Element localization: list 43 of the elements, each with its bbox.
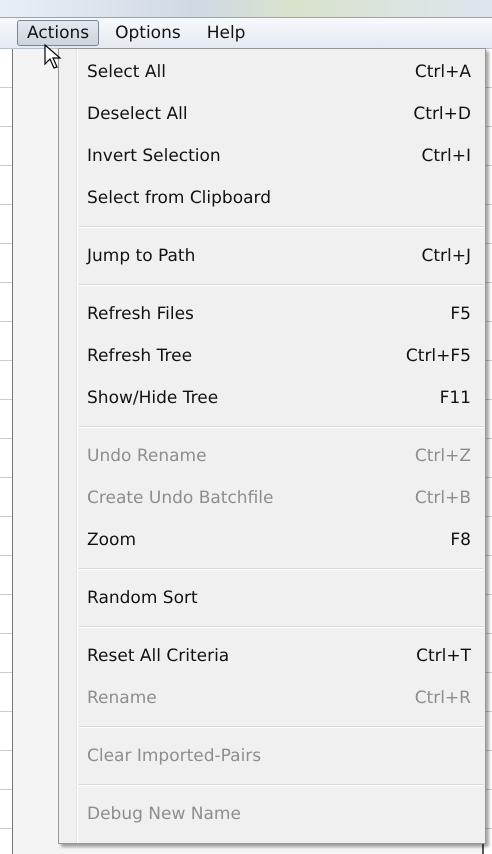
menu-item[interactable]: Reset All Criteria Ctrl+T	[59, 635, 485, 677]
shortcut-label: Ctrl+B	[414, 488, 471, 508]
shortcut-label: F11	[440, 388, 471, 408]
menu-item[interactable]: Show/Hide Tree F11	[59, 377, 485, 419]
shortcut-label: F5	[450, 304, 471, 324]
menu-item[interactable]: Invert Selection Ctrl+I	[59, 135, 485, 177]
shortcut-label: Ctrl+A	[414, 62, 471, 82]
shortcut-label: Ctrl+J	[421, 246, 471, 266]
menu-item-label: Jump to Path	[87, 246, 196, 266]
shortcut-label: F8	[450, 530, 471, 550]
menu-item[interactable]: Refresh Tree Ctrl+F5	[59, 335, 485, 377]
menu-item-label: Select from Clipboard	[87, 188, 272, 208]
menu-item[interactable]: Zoom F8	[59, 519, 485, 561]
menu-item-label: Undo Rename	[87, 446, 207, 466]
menu-item-label: Show/Hide Tree	[87, 388, 218, 408]
menu-bar-item[interactable]: Help	[196, 20, 256, 46]
shortcut-label: Ctrl+I	[421, 146, 471, 166]
menu-item-label: Zoom	[87, 530, 136, 550]
menu-item-label: Select All	[87, 62, 166, 82]
menu-bar-item[interactable]: Options	[105, 20, 191, 46]
menu-item[interactable]: Jump to Path Ctrl+J	[59, 235, 485, 277]
menu-item-label: Refresh Files	[87, 304, 194, 324]
shortcut-label: Ctrl+D	[413, 104, 471, 124]
shortcut-label: Ctrl+Z	[414, 446, 471, 466]
menu-item-label: Deselect All	[87, 104, 188, 124]
menu-item[interactable]: Refresh Files F5	[59, 293, 485, 335]
shortcut-label: Ctrl+F5	[406, 346, 471, 366]
mouse-pointer-icon	[44, 44, 62, 70]
menu-item-label: Random Sort	[87, 588, 198, 608]
menu-item[interactable]: Select from Clipboard	[59, 177, 485, 219]
menu-item[interactable]: Random Sort	[59, 577, 485, 619]
menu-item[interactable]: Deselect All Ctrl+D	[59, 93, 485, 135]
menu-item-label: Create Undo Batchfile	[87, 488, 274, 508]
menu-bar-item[interactable]: Actions	[17, 20, 100, 46]
menu-item-label: Refresh Tree	[87, 346, 192, 366]
menu-item[interactable]: Select All Ctrl+A	[59, 51, 485, 93]
menu-item-label: Debug New Name	[87, 804, 241, 824]
shortcut-label: Ctrl+T	[416, 646, 471, 666]
menu-item-label: Reset All Criteria	[87, 646, 230, 666]
shortcut-label: Ctrl+R	[414, 688, 471, 708]
menu-item-label: Clear Imported-Pairs	[87, 746, 262, 766]
menu-item-label: Invert Selection	[87, 146, 221, 166]
menu-item-label: Rename	[87, 688, 157, 708]
